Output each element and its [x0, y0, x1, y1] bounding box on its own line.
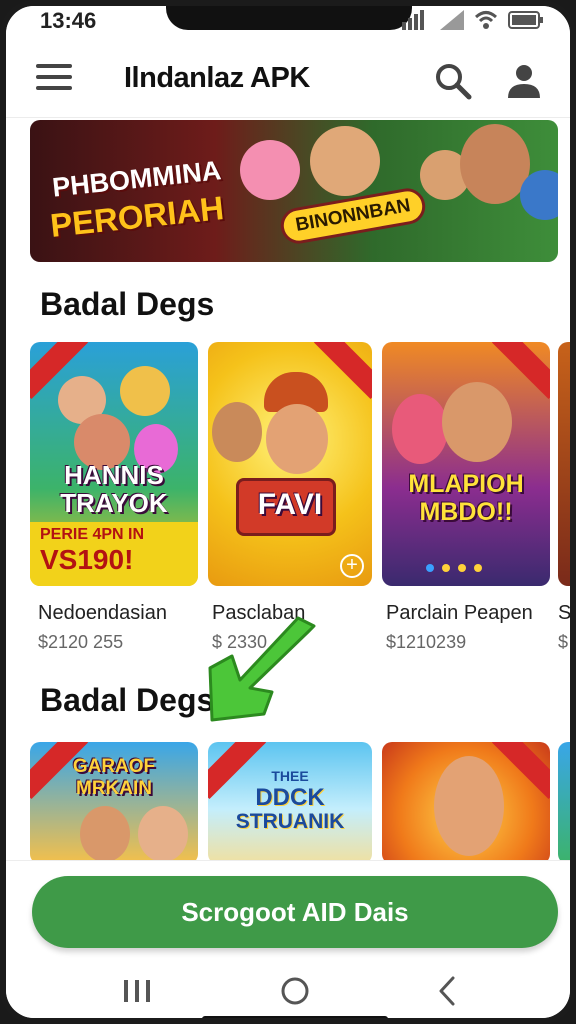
game-price: $1210239: [386, 632, 467, 652]
banner-character-man: [310, 126, 380, 196]
game-art-title: FAVI: [257, 488, 323, 521]
character-face: [212, 402, 262, 462]
account-icon[interactable]: [506, 62, 542, 100]
game-card[interactable]: MLAPIOH MBDO!!: [382, 342, 550, 586]
character-face: [266, 404, 328, 474]
signal-bars-icon: [402, 10, 424, 30]
character-face: [80, 806, 130, 862]
wifi-icon: [474, 11, 498, 29]
game-art-title: HANNIS: [64, 460, 164, 490]
game-art-promo: PERIE 4PN IN: [40, 526, 145, 543]
menu-icon[interactable]: [36, 64, 72, 94]
banner-character-girl: [240, 140, 300, 200]
game-card[interactable]: [382, 742, 550, 864]
app-title: Ilndanlaz APK: [124, 62, 310, 94]
game-price: $2120 255: [38, 632, 124, 652]
carousel-dots: [426, 564, 482, 572]
status-icons: [402, 10, 544, 30]
primary-action-button[interactable]: Scrogoot AID Dais: [32, 876, 558, 948]
character-face: [392, 394, 448, 464]
phone-screen: 13:46 Ilndanlaz APK PHBOMMINA PERORIAH B…: [0, 0, 576, 1024]
home-indicator: [202, 1016, 388, 1018]
recent-apps-icon[interactable]: [112, 968, 162, 1014]
game-art-title: MLAPIOH: [408, 470, 524, 498]
game-name[interactable]: Nedoendasian: [38, 602, 167, 625]
game-art-subtitle: STRUANIK: [235, 810, 345, 833]
banner-character-cap: [520, 170, 558, 220]
section-title: Badal Degs: [40, 286, 215, 322]
game-card[interactable]: HANNIS TRAYOK PERIE 4PN IN VS190!: [30, 342, 198, 586]
status-time: 13:46: [40, 8, 97, 33]
battery-icon: [508, 11, 543, 29]
game-card[interactable]: GARAOF MRKAIN: [30, 742, 198, 864]
cellular-icon: [440, 10, 464, 30]
arrow-pointer-icon: [208, 616, 316, 722]
featured-banner[interactable]: PHBOMMINA PERORIAH BINONNBAN: [30, 120, 558, 262]
game-art-subtitle: MRKAIN: [76, 778, 152, 799]
game-art-subtitle: MBDO!!: [419, 498, 513, 526]
back-icon[interactable]: [422, 968, 472, 1014]
home-icon[interactable]: [270, 968, 320, 1014]
game-price-partial: $: [558, 632, 569, 652]
game-art-subtitle: TRAYOK: [60, 488, 168, 518]
game-art-title: DDCK: [255, 784, 325, 811]
sale-ribbon: [491, 342, 550, 400]
character-face: [138, 806, 188, 862]
game-card-partial[interactable]: [558, 342, 570, 586]
game-card-partial[interactable]: [558, 742, 570, 864]
game-art-kicker: THEE: [271, 768, 309, 784]
app-bar: Ilndanlaz APK: [6, 44, 570, 118]
status-bar: 13:46: [6, 6, 570, 40]
character-face: [442, 382, 512, 462]
character-face: [120, 366, 170, 416]
game-name-partial[interactable]: S: [558, 602, 570, 625]
add-icon[interactable]: +: [340, 554, 364, 578]
camera-notch: [166, 6, 412, 30]
search-icon[interactable]: [434, 62, 472, 100]
game-art-price: VS190!: [40, 544, 134, 575]
game-card[interactable]: FAVI +: [208, 342, 372, 586]
section-title: Badal Degs: [40, 682, 215, 718]
game-card[interactable]: THEE DDCK STRUANIK: [208, 742, 372, 864]
character-face: [434, 756, 504, 856]
game-art-title: GARAOF: [72, 756, 156, 777]
game-name[interactable]: Parclain Peapen: [386, 602, 533, 625]
